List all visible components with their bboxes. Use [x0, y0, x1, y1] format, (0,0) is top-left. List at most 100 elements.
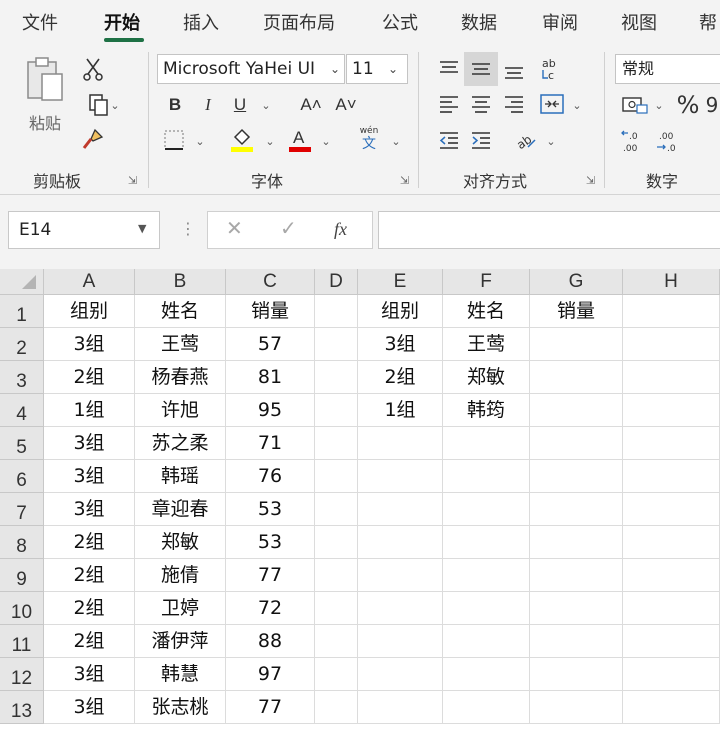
row-header-7[interactable]: 7 [0, 493, 44, 526]
cell-h5[interactable] [623, 427, 720, 460]
cell-d7[interactable] [315, 493, 358, 526]
chevron-down-icon[interactable]: ⌄ [388, 130, 404, 152]
cell-f6[interactable] [443, 460, 530, 493]
cell-g11[interactable] [530, 625, 623, 658]
cell-e12[interactable] [358, 658, 443, 691]
font-launcher-icon[interactable]: ⇲ [400, 174, 409, 187]
alignment-launcher-icon[interactable]: ⇲ [586, 174, 595, 187]
cell-c8[interactable]: 53 [226, 526, 315, 559]
tab-insert[interactable]: 插入 [183, 9, 219, 35]
increase-indent-icon[interactable] [468, 126, 494, 154]
cell-b2[interactable]: 王莺 [135, 328, 226, 361]
chevron-down-icon[interactable]: ⌄ [262, 130, 278, 152]
row-header-10[interactable]: 10 [0, 592, 44, 625]
cell-f4[interactable]: 韩筠 [443, 394, 530, 427]
cell-h8[interactable] [623, 526, 720, 559]
bold-icon[interactable]: B [163, 92, 187, 118]
column-header-g[interactable]: G [530, 269, 623, 295]
cell-c9[interactable]: 77 [226, 559, 315, 592]
paste-button[interactable]: 粘贴 [22, 54, 68, 138]
format-painter-icon[interactable] [80, 126, 106, 152]
column-header-c[interactable]: C [226, 269, 315, 295]
cell-d4[interactable] [315, 394, 358, 427]
cell-f8[interactable] [443, 526, 530, 559]
cell-g8[interactable] [530, 526, 623, 559]
cell-d12[interactable] [315, 658, 358, 691]
column-header-f[interactable]: F [443, 269, 530, 295]
cell-e4[interactable]: 1组 [358, 394, 443, 427]
cell-g9[interactable] [530, 559, 623, 592]
cell-f13[interactable] [443, 691, 530, 724]
tab-help[interactable]: 帮 [699, 9, 717, 35]
cell-f5[interactable] [443, 427, 530, 460]
increase-decimal-icon[interactable]: .0.00 [618, 126, 648, 156]
column-header-a[interactable]: A [44, 269, 135, 295]
cell-f3[interactable]: 郑敏 [443, 361, 530, 394]
cell-f12[interactable] [443, 658, 530, 691]
cell-c13[interactable]: 77 [226, 691, 315, 724]
cell-h7[interactable] [623, 493, 720, 526]
align-top-icon[interactable] [436, 54, 462, 84]
cell-h10[interactable] [623, 592, 720, 625]
align-center-icon[interactable] [468, 90, 494, 118]
chevron-down-icon[interactable]: ▼ [138, 222, 146, 235]
cell-e13[interactable] [358, 691, 443, 724]
cell-h2[interactable] [623, 328, 720, 361]
row-header-6[interactable]: 6 [0, 460, 44, 493]
cell-h9[interactable] [623, 559, 720, 592]
cell-f1[interactable]: 姓名 [443, 295, 530, 328]
cell-b12[interactable]: 韩慧 [135, 658, 226, 691]
cell-a11[interactable]: 2组 [44, 625, 135, 658]
tab-file[interactable]: 文件 [22, 9, 58, 35]
clipboard-launcher-icon[interactable]: ⇲ [128, 174, 137, 187]
cell-d11[interactable] [315, 625, 358, 658]
decrease-decimal-icon[interactable]: .00.0 [652, 126, 682, 156]
cell-a4[interactable]: 1组 [44, 394, 135, 427]
row-header-9[interactable]: 9 [0, 559, 44, 592]
chevron-down-icon[interactable]: ⌄ [388, 56, 398, 82]
cell-d13[interactable] [315, 691, 358, 724]
cell-b4[interactable]: 许旭 [135, 394, 226, 427]
row-header-1[interactable]: 1 [0, 295, 44, 328]
accounting-format-icon[interactable] [620, 92, 650, 118]
align-middle-icon[interactable] [468, 54, 494, 84]
tab-review[interactable]: 审阅 [542, 9, 578, 35]
cell-a9[interactable]: 2组 [44, 559, 135, 592]
enter-icon[interactable]: ✓ [280, 216, 297, 240]
cell-b10[interactable]: 卫婷 [135, 592, 226, 625]
cell-a10[interactable]: 2组 [44, 592, 135, 625]
text-angle-icon[interactable]: ab [512, 126, 540, 154]
cell-a12[interactable]: 3组 [44, 658, 135, 691]
cell-e7[interactable] [358, 493, 443, 526]
cell-a5[interactable]: 3组 [44, 427, 135, 460]
cell-g3[interactable] [530, 361, 623, 394]
cell-d6[interactable] [315, 460, 358, 493]
chevron-down-icon[interactable]: ⌄ [326, 56, 344, 82]
cell-e9[interactable] [358, 559, 443, 592]
chevron-down-icon[interactable]: ⌄ [192, 130, 208, 152]
formula-input[interactable] [378, 211, 720, 249]
row-header-11[interactable]: 11 [0, 625, 44, 658]
copy-button[interactable]: ⌄ [80, 92, 128, 118]
cell-h1[interactable] [623, 295, 720, 328]
cell-c3[interactable]: 81 [226, 361, 315, 394]
cell-f11[interactable] [443, 625, 530, 658]
increase-font-icon[interactable]: A˄ [298, 92, 324, 118]
cell-h11[interactable] [623, 625, 720, 658]
cell-a7[interactable]: 3组 [44, 493, 135, 526]
underline-icon[interactable]: U [228, 92, 252, 118]
borders-icon[interactable] [160, 126, 188, 154]
cell-c6[interactable]: 76 [226, 460, 315, 493]
cell-e10[interactable] [358, 592, 443, 625]
font-color-icon[interactable]: A [286, 124, 314, 154]
cell-h3[interactable] [623, 361, 720, 394]
cell-a1[interactable]: 组别 [44, 295, 135, 328]
chevron-down-icon[interactable]: ⌄ [652, 94, 666, 116]
cell-g4[interactable] [530, 394, 623, 427]
cell-e6[interactable] [358, 460, 443, 493]
comma-style-icon[interactable]: 9 [704, 90, 720, 120]
row-header-5[interactable]: 5 [0, 427, 44, 460]
cell-g13[interactable] [530, 691, 623, 724]
cell-e3[interactable]: 2组 [358, 361, 443, 394]
column-header-e[interactable]: E [358, 269, 443, 295]
